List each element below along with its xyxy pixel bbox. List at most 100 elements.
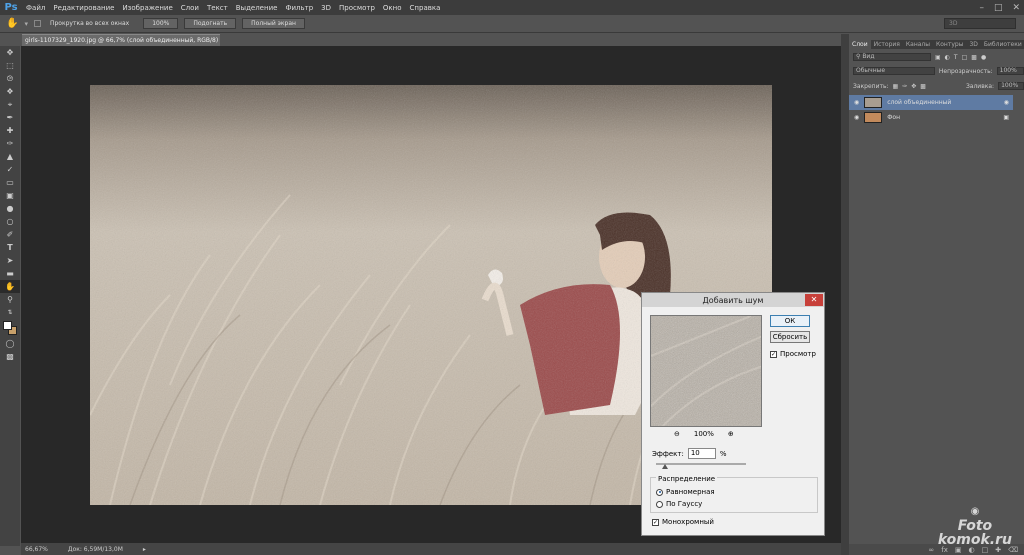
filter-type-icon[interactable]: T	[954, 54, 958, 61]
dialog-close-button[interactable]: ✕	[805, 294, 823, 306]
layer-name[interactable]: слой объединенный	[887, 99, 951, 106]
eraser-tool-icon[interactable]: ▭	[0, 176, 20, 189]
menu-3d[interactable]: 3D	[317, 4, 335, 12]
lasso-tool-icon[interactable]: ⧁	[0, 72, 20, 85]
tab-libraries[interactable]: Библиотеки	[981, 40, 1024, 49]
tab-layers[interactable]: Слои	[849, 40, 871, 49]
tab-3d[interactable]: 3D	[966, 40, 980, 49]
noise-preview[interactable]	[650, 315, 762, 427]
color-swatches[interactable]	[0, 319, 20, 337]
gaussian-option[interactable]: По Гауссу	[656, 500, 702, 508]
menu-type[interactable]: Текст	[203, 4, 232, 12]
move-tool-icon[interactable]: ✥	[0, 46, 20, 59]
amount-row: Эффект: 10 %	[652, 448, 726, 459]
brush-tool-icon[interactable]: ✑	[0, 137, 20, 150]
path-select-tool-icon[interactable]: ➤	[0, 254, 20, 267]
filter-toggle-icon[interactable]: ●	[981, 54, 986, 61]
layer-filter-select[interactable]: ⚲ Вид	[853, 53, 931, 61]
hand-tool-icon[interactable]: ✋	[6, 18, 18, 29]
tool-preset-dropdown-icon[interactable]: ▾	[24, 20, 28, 28]
menu-file[interactable]: Файл	[22, 4, 49, 12]
zoom-100-button[interactable]: 100%	[143, 18, 179, 29]
lock-icon: ▣	[1003, 114, 1009, 121]
visibility-eye-icon[interactable]: ◉	[854, 99, 859, 106]
fit-screen-button[interactable]: Подогнать	[184, 18, 237, 29]
minimize-icon[interactable]: –	[979, 3, 984, 13]
menu-view[interactable]: Просмотр	[335, 4, 379, 12]
filter-smart-icon[interactable]: ▩	[971, 54, 977, 61]
close-icon[interactable]: ✕	[1012, 3, 1020, 13]
opacity-input[interactable]: 100%	[996, 67, 1024, 75]
screen-mode-icon[interactable]: ▩	[0, 350, 20, 363]
visibility-eye-icon[interactable]: ◉	[854, 114, 859, 121]
marquee-tool-icon[interactable]: ⬚	[0, 59, 20, 72]
maximize-icon[interactable]: □	[994, 3, 1003, 13]
document-tab[interactable]: girls-1107329_1920.jpg @ 66,7% (слой объ…	[22, 34, 220, 56]
dialog-title-bar[interactable]: Добавить шум ✕	[642, 293, 824, 307]
fill-input[interactable]: 100%	[998, 82, 1024, 90]
zoom-controls: ⊖ 100% ⊕	[674, 430, 734, 438]
panel-dock	[841, 34, 849, 555]
clone-stamp-tool-icon[interactable]: ▲	[0, 150, 20, 163]
layer-name[interactable]: Фон	[887, 114, 900, 121]
menu-window[interactable]: Окно	[379, 4, 406, 12]
tab-history[interactable]: История	[871, 40, 903, 49]
dodge-tool-icon[interactable]: ○	[0, 215, 20, 228]
tab-channels[interactable]: Каналы	[903, 40, 933, 49]
camera-icon: ◉	[970, 506, 980, 517]
quick-select-tool-icon[interactable]: ❖	[0, 85, 20, 98]
scroll-all-checkbox[interactable]	[33, 20, 41, 27]
gaussian-radio[interactable]	[656, 500, 663, 508]
layer-thumbnail	[864, 97, 883, 108]
menu-edit[interactable]: Редактирование	[49, 4, 118, 12]
layer-row[interactable]: ◉ Фон ▣	[849, 110, 1013, 125]
uniform-radio[interactable]	[656, 488, 663, 496]
layer-row[interactable]: ◉ слой объединенный ◉	[849, 95, 1013, 110]
zoom-in-icon[interactable]: ⊕	[728, 430, 734, 438]
link-layers-icon[interactable]: ∞	[928, 546, 934, 554]
menu-help[interactable]: Справка	[406, 4, 445, 12]
ok-button[interactable]: ОК	[770, 315, 810, 327]
eyedropper-tool-icon[interactable]: ✒	[0, 111, 20, 124]
lock-move-icon[interactable]: ✥	[911, 83, 916, 90]
lock-paint-icon[interactable]: ✑	[902, 83, 907, 90]
history-brush-tool-icon[interactable]: ✓	[0, 163, 20, 176]
watermark-line1: Foto	[957, 518, 993, 534]
foreground-color-swatch[interactable]	[3, 321, 12, 330]
blur-tool-icon[interactable]: ●	[0, 202, 20, 215]
hand-tool-icon[interactable]: ✋	[0, 280, 20, 293]
lock-all-icon[interactable]: ▩	[920, 83, 926, 90]
lock-pixels-icon[interactable]: ▦	[893, 83, 899, 90]
filter-adjust-icon[interactable]: ◐	[945, 54, 950, 61]
filter-pixel-icon[interactable]: ▣	[935, 54, 941, 61]
uniform-option[interactable]: Равномерная	[656, 488, 715, 496]
menu-image[interactable]: Изображение	[118, 4, 176, 12]
blend-mode-select[interactable]: Обычные	[853, 67, 935, 75]
swap-colors-icon[interactable]: ⇅	[0, 306, 20, 319]
type-tool-icon[interactable]: T	[0, 241, 20, 254]
status-arrow-icon[interactable]: ▸	[143, 546, 146, 553]
zoom-out-icon[interactable]: ⊖	[674, 430, 680, 438]
zoom-tool-icon[interactable]: ⚲	[0, 293, 20, 306]
menu-select[interactable]: Выделение	[232, 4, 282, 12]
reset-button[interactable]: Сбросить	[770, 331, 810, 343]
healing-brush-tool-icon[interactable]: ✚	[0, 124, 20, 137]
pen-tool-icon[interactable]: ✐	[0, 228, 20, 241]
monochrome-option[interactable]: ✓ Монохромный	[652, 518, 714, 526]
menu-filter[interactable]: Фильтр	[281, 4, 317, 12]
menu-layers[interactable]: Слои	[177, 4, 203, 12]
filter-shape-icon[interactable]: □	[962, 54, 968, 61]
workspace-select[interactable]: 3D	[944, 18, 1016, 29]
crop-tool-icon[interactable]: ⌖	[0, 98, 20, 111]
amount-slider-thumb[interactable]	[662, 464, 668, 469]
amount-slider-track[interactable]	[656, 463, 746, 465]
tab-paths[interactable]: Контуры	[933, 40, 966, 49]
fill-screen-button[interactable]: Полный экран	[242, 18, 305, 29]
zoom-level[interactable]: 66,67%	[25, 546, 48, 553]
shape-tool-icon[interactable]: ▬	[0, 267, 20, 280]
monochrome-checkbox[interactable]: ✓	[652, 518, 659, 526]
gradient-tool-icon[interactable]: ▣	[0, 189, 20, 202]
preview-checkbox[interactable]: ✓	[770, 350, 777, 358]
quick-mask-icon[interactable]: ◯	[0, 337, 20, 350]
amount-input[interactable]: 10	[687, 448, 716, 459]
